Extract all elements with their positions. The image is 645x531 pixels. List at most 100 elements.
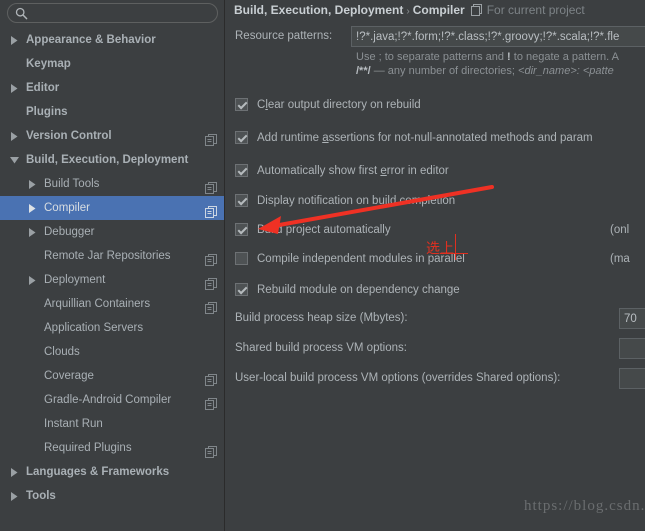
sidebar-item-deployment[interactable]: Deployment [0, 268, 224, 292]
label-part-post: ssertions for not-null-annotated methods… [328, 132, 593, 144]
sidebar-item-label: Coverage [44, 370, 94, 382]
chevron-right-icon[interactable] [8, 76, 22, 100]
label-part-post: rror in editor [386, 165, 449, 177]
breadcrumb-current-page: Compiler [412, 3, 465, 17]
settings-tree: Appearance & Behavior Keymap Editor Plugins… [0, 28, 224, 508]
hint2-glob: /**/ [356, 65, 371, 77]
sidebar-item-instant-run[interactable]: Instant Run [0, 412, 224, 436]
sidebar-item-plugins[interactable]: Plugins [0, 100, 224, 124]
sidebar-item-label: Keymap [26, 58, 71, 70]
copy-settings-icon[interactable] [205, 130, 217, 146]
sidebar-item-editor[interactable]: Editor [0, 76, 224, 100]
breadcrumb-path[interactable]: Build, Execution, Deployment [234, 3, 403, 17]
sidebar-item-label: Clouds [44, 346, 80, 358]
copy-settings-icon[interactable] [205, 178, 217, 194]
copy-settings-icon[interactable] [205, 370, 217, 386]
settings-sidebar: Appearance & Behavior Keymap Editor Plugins… [0, 0, 225, 531]
field-input-2[interactable] [619, 368, 645, 389]
checkbox-compile-independent-modules-in[interactable] [235, 252, 248, 265]
sidebar-item-languages-frameworks[interactable]: Languages & Frameworks [0, 460, 224, 484]
sidebar-item-remote-jar-repositories[interactable]: Remote Jar Repositories [0, 244, 224, 268]
checkbox-note: (ma [610, 253, 630, 265]
copy-settings-icon[interactable] [205, 202, 217, 218]
checkbox-label: Display notification on build completion [257, 192, 455, 210]
sidebar-item-keymap[interactable]: Keymap [0, 52, 224, 76]
resource-patterns-input[interactable] [351, 26, 645, 47]
sidebar-item-label: Plugins [26, 106, 68, 118]
field-input-0[interactable] [619, 308, 645, 329]
checkbox-automatically-show-first-error[interactable] [235, 164, 248, 177]
label-part-pre: Build project automatically [257, 224, 391, 236]
label-part-pre: Automatically show first [257, 165, 381, 177]
sidebar-item-build-execution-deployment[interactable]: Build, Execution, Deployment [0, 148, 224, 172]
checkbox-add-runtime-assertions-for[interactable] [235, 131, 248, 144]
search-input[interactable] [32, 5, 212, 21]
checkbox-label: Rebuild module on dependency change [257, 281, 460, 299]
breadcrumb: Build, Execution, Deployment › Compiler Fo… [234, 1, 585, 19]
chevron-right-icon[interactable] [8, 484, 22, 508]
chevron-right-icon[interactable] [26, 268, 40, 292]
checkbox-clear-output-directory-on[interactable] [235, 98, 248, 111]
sidebar-item-compiler[interactable]: Compiler [0, 196, 224, 220]
field-label-0: Build process heap size (Mbytes): [235, 312, 408, 324]
checkbox-label: Build project automatically [257, 221, 391, 239]
copy-settings-icon[interactable] [205, 442, 217, 458]
sidebar-item-label: Deployment [44, 274, 106, 286]
label-part-pre: Rebuild module on dependency change [257, 284, 460, 296]
label-part-pre: Display notification on build completion [257, 195, 456, 207]
sidebar-item-label: Debugger [44, 226, 95, 238]
checkbox-rebuild-module-on-dependency[interactable] [235, 283, 248, 296]
checkbox-display-notification-on-build[interactable] [235, 194, 248, 207]
breadcrumb-scope-label: For current project [486, 3, 585, 17]
field-label-1: Shared build process VM options: [235, 342, 407, 354]
sidebar-item-label: Languages & Frameworks [26, 466, 170, 478]
chevron-right-icon[interactable] [8, 460, 22, 484]
sidebar-item-label: Build, Execution, Deployment [26, 154, 189, 166]
sidebar-item-label: Instant Run [44, 418, 103, 430]
sidebar-item-label: Appearance & Behavior [26, 34, 156, 46]
checkbox-label: Add runtime assertions for not-null-anno… [257, 129, 593, 147]
checkbox-label: Clear output directory on rebuild [257, 96, 421, 114]
sidebar-item-label: Arquillian Containers [44, 298, 151, 310]
sidebar-item-arquillian-containers[interactable]: Arquillian Containers [0, 292, 224, 316]
sidebar-item-label: Editor [26, 82, 60, 94]
chevron-right-icon[interactable] [8, 124, 22, 148]
sidebar-item-required-plugins[interactable]: Required Plugins [0, 436, 224, 460]
settings-dialog: Appearance & Behavior Keymap Editor Plugins… [0, 0, 645, 531]
label-part-post: ear output directory on rebuild [267, 99, 421, 111]
sidebar-item-clouds[interactable]: Clouds [0, 340, 224, 364]
chevron-down-icon[interactable] [8, 148, 22, 172]
annotation-cross-horizontal [440, 253, 468, 254]
watermark-url: https://blog.csdn.net/qq_36850813 [524, 498, 645, 514]
sidebar-item-coverage[interactable]: Coverage [0, 364, 224, 388]
resource-patterns-label: Resource patterns: [235, 30, 333, 42]
sidebar-item-label: Version Control [26, 130, 112, 142]
sidebar-item-tools[interactable]: Tools [0, 484, 224, 508]
copy-settings-icon[interactable] [205, 250, 217, 266]
search-box[interactable] [7, 3, 218, 23]
field-input-1[interactable] [619, 338, 645, 359]
sidebar-item-debugger[interactable]: Debugger [0, 220, 224, 244]
copy-settings-icon[interactable] [205, 298, 217, 314]
copy-settings-icon[interactable] [205, 274, 217, 290]
checkbox-build-project-automatically[interactable] [235, 223, 248, 236]
sidebar-item-label: Compiler [44, 202, 91, 214]
checkbox-note: (onl [610, 224, 630, 236]
sidebar-item-gradle-android-compiler[interactable]: Gradle-Android Compiler [0, 388, 224, 412]
hint2-part-c: <dir_name>: <patte [518, 65, 614, 77]
hint1-part-b: to negate a pattern. A [510, 51, 619, 63]
chevron-right-icon[interactable] [8, 28, 22, 52]
sidebar-item-appearance-behavior[interactable]: Appearance & Behavior [0, 28, 224, 52]
copy-settings-icon[interactable] [205, 394, 217, 410]
sidebar-item-build-tools[interactable]: Build Tools [0, 172, 224, 196]
hint1-part-a: Use ; to separate patterns and [356, 51, 508, 63]
chevron-right-icon[interactable] [26, 196, 40, 220]
sidebar-item-application-servers[interactable]: Application Servers [0, 316, 224, 340]
chevron-right-icon[interactable] [26, 220, 40, 244]
resource-patterns-hint-line1: Use ; to separate patterns and ! to nega… [356, 51, 619, 63]
hint2-part-b: — any number of directories; [370, 65, 519, 77]
chevron-right-icon[interactable] [26, 172, 40, 196]
sidebar-item-label: Required Plugins [44, 442, 132, 454]
project-scope-icon [470, 3, 483, 16]
sidebar-item-version-control[interactable]: Version Control [0, 124, 224, 148]
